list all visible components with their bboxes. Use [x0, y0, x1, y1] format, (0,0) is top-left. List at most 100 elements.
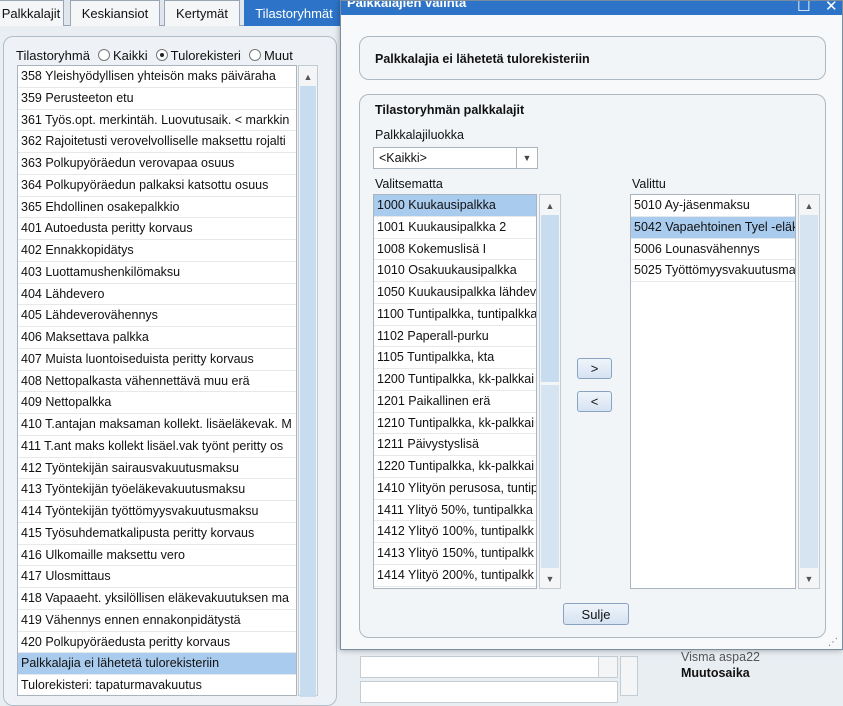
background-scrollbar	[620, 656, 638, 696]
list-item[interactable]: 408 Nettopalkasta vähennettävä muu erä	[18, 371, 296, 393]
selected-list-scrollbar[interactable]: ▲ ▼	[798, 194, 820, 589]
list-item[interactable]: 1008 Kokemuslisä I	[374, 239, 536, 261]
list-item-selected[interactable]: Palkkalajia ei lähetetä tulorekisteriin	[18, 653, 296, 675]
list-item[interactable]: 411 T.ant maks kollekt lisäel.vak työnt …	[18, 436, 296, 458]
list-item[interactable]: 5010 Ay-jäsenmaksu	[631, 195, 795, 217]
list-item-selected[interactable]: 1000 Kuukausipalkka	[374, 195, 536, 217]
scrollbar-thumb[interactable]	[800, 215, 818, 568]
list-item[interactable]: 1410 Ylityön perusosa, tuntip	[374, 478, 536, 500]
list-item[interactable]: 409 Nettopalkka	[18, 392, 296, 414]
statistics-group-filter: Tilastoryhmä Kaikki Tulorekisteri Muut	[16, 46, 293, 64]
unselected-label: Valitsematta	[375, 177, 443, 191]
background-field	[360, 681, 618, 703]
statistics-group-name: Palkkalajia ei lähetetä tulorekisteriin	[375, 52, 590, 66]
scroll-down-icon[interactable]: ▼	[540, 570, 560, 588]
radio-kaikki[interactable]	[97, 49, 110, 61]
list-item[interactable]: 5006 Lounasvähennys	[631, 239, 795, 261]
tab-keskiansiot[interactable]: Keskiansiot	[70, 0, 160, 26]
list-item[interactable]: 1411 Ylityö 50%, tuntipalkka	[374, 500, 536, 522]
statistics-group-list[interactable]: 358 Yleishyödyllisen yhteisön maks päivä…	[17, 65, 297, 696]
scroll-down-icon[interactable]: ▼	[799, 570, 819, 588]
group-title: Tilastoryhmän palkkalajit	[375, 103, 525, 117]
list-item[interactable]: 417 Ulosmittaus	[18, 566, 296, 588]
left-list-scrollbar[interactable]: ▲	[298, 65, 318, 697]
list-item[interactable]: 1210 Tuntipalkka, kk-palkkai	[374, 413, 536, 435]
list-item[interactable]: 362 Rajoitetusti verovelvolliselle makse…	[18, 131, 296, 153]
class-label: Palkkalajiluokka	[375, 128, 464, 142]
list-item[interactable]: 416 Ulkomaille maksettu vero	[18, 545, 296, 567]
list-item[interactable]: 407 Muista luontoiseduista peritty korva…	[18, 349, 296, 371]
radio-tulorekisteri[interactable]	[155, 49, 168, 61]
list-item[interactable]: 1010 Osakuukausipalkka	[374, 260, 536, 282]
tab-tilastoryhmat[interactable]: Tilastoryhmät	[244, 0, 344, 26]
list-item[interactable]: 1100 Tuntipalkka, tuntipalkka	[374, 304, 536, 326]
tab-label: Kertymät	[175, 6, 228, 21]
chevron-down-icon[interactable]: ▼	[516, 148, 537, 168]
list-item[interactable]: 401 Autoedusta peritty korvaus	[18, 218, 296, 240]
list-item[interactable]: 402 Ennakkopidätys	[18, 240, 296, 262]
tab-label: Tilastoryhmät	[255, 6, 333, 21]
filter-label: Tilastoryhmä	[16, 47, 90, 63]
list-item[interactable]: 1102 Paperall-purku	[374, 326, 536, 348]
selected-list[interactable]: 5010 Ay-jäsenmaksu 5042 Vapaehtoinen Tye…	[630, 194, 796, 589]
background-dropdown-icon	[598, 656, 618, 678]
list-item[interactable]: 358 Yleishyödyllisen yhteisön maks päivä…	[18, 66, 296, 88]
list-item[interactable]: Tulorekisteri: tapaturmavakuutus	[18, 675, 296, 695]
scroll-up-icon[interactable]: ▲	[299, 68, 317, 86]
scrollbar-track[interactable]	[541, 385, 559, 568]
dialog-title: Palkkalajien valinta	[347, 1, 467, 10]
list-item[interactable]: 420 Polkupyöräedusta peritty korvaus	[18, 632, 296, 654]
list-item[interactable]: 418 Vapaaeht. yksilöllisen eläkevakuutuk…	[18, 588, 296, 610]
list-item[interactable]: 364 Polkupyöräedun palkaksi katsottu osu…	[18, 175, 296, 197]
unselected-list[interactable]: 1000 Kuukausipalkka 1001 Kuukausipalkka …	[373, 194, 537, 589]
scrollbar-thumb[interactable]	[300, 86, 316, 697]
class-select-value: <Kaikki>	[379, 151, 427, 165]
dialog-titlebar: Palkkalajien valinta ☐ ✕	[341, 1, 842, 15]
list-item[interactable]: 1001 Kuukausipalkka 2	[374, 217, 536, 239]
list-item[interactable]: 419 Vähennys ennen ennakonpidätystä	[18, 610, 296, 632]
tab-palkkalajit[interactable]: Palkkalajit	[0, 0, 64, 26]
list-item[interactable]: 1211 Päivystyslisä	[374, 434, 536, 456]
add-button[interactable]: >	[577, 358, 612, 379]
list-item[interactable]: 1050 Kuukausipalkka lähdev	[374, 282, 536, 304]
close-icon[interactable]: ✕	[825, 1, 838, 15]
radio-muut[interactable]	[248, 49, 261, 61]
list-item[interactable]: 413 Työntekijän työeläkevakuutusmaksu	[18, 479, 296, 501]
list-item[interactable]: 403 Luottamushenkilömaksu	[18, 262, 296, 284]
resize-grip-icon[interactable]: ⋰	[828, 638, 840, 648]
list-item[interactable]: 365 Ehdollinen osakepalkkio	[18, 197, 296, 219]
scroll-up-icon[interactable]: ▲	[799, 197, 819, 215]
list-item[interactable]: 1200 Tuntipalkka, kk-palkkai	[374, 369, 536, 391]
list-item[interactable]: 410 T.antajan maksaman kollekt. lisäeläk…	[18, 414, 296, 436]
list-item[interactable]: 406 Maksettava palkka	[18, 327, 296, 349]
list-item[interactable]: 359 Perusteeton etu	[18, 88, 296, 110]
list-item[interactable]: 1105 Tuntipalkka, kta	[374, 347, 536, 369]
list-item-selected[interactable]: 5042 Vapaehtoinen Tyel -eläk	[631, 216, 795, 239]
list-item[interactable]: 1220 Tuntipalkka, kk-palkkai	[374, 456, 536, 478]
list-item[interactable]: 363 Polkupyöräedun verovapaa osuus	[18, 153, 296, 175]
scroll-up-icon[interactable]: ▲	[540, 197, 560, 215]
unselected-list-scrollbar[interactable]: ▲ ▼	[539, 194, 561, 589]
scrollbar-thumb[interactable]	[541, 215, 559, 382]
list-item[interactable]: 1414 Ylityö 200%, tuntipalkk	[374, 565, 536, 587]
tab-kertymat[interactable]: Kertymät	[164, 0, 240, 26]
list-item[interactable]: 5025 Työttömyysvakuutusma	[631, 260, 795, 282]
list-item[interactable]: 404 Lähdevero	[18, 284, 296, 306]
list-item[interactable]: 415 Työsuhdematkalipusta peritty korvaus	[18, 523, 296, 545]
list-item[interactable]: 1413 Ylityö 150%, tuntipalkk	[374, 543, 536, 565]
list-item[interactable]: 1201 Paikallinen erä	[374, 391, 536, 413]
selected-label: Valittu	[632, 177, 666, 191]
list-item[interactable]: 361 Työs.opt. merkintäh. Luovutusaik. < …	[18, 110, 296, 132]
background-field	[360, 656, 618, 678]
list-item[interactable]: 412 Työntekijän sairausvakuutusmaksu	[18, 458, 296, 480]
list-item[interactable]: 414 Työntekijän työttömyysvakuutusmaksu	[18, 501, 296, 523]
close-button[interactable]: Sulje	[563, 603, 629, 625]
tab-label: Keskiansiot	[81, 6, 149, 21]
tab-label: Palkkalajit	[1, 6, 61, 21]
class-select[interactable]: <Kaikki> ▼	[373, 147, 538, 169]
list-item[interactable]: 405 Lähdeverovähennys	[18, 305, 296, 327]
maximize-icon[interactable]: ☐	[797, 1, 810, 15]
remove-button[interactable]: <	[577, 391, 612, 412]
radio-muut-label: Muut	[263, 47, 293, 63]
list-item[interactable]: 1412 Ylityö 100%, tuntipalkk	[374, 521, 536, 543]
